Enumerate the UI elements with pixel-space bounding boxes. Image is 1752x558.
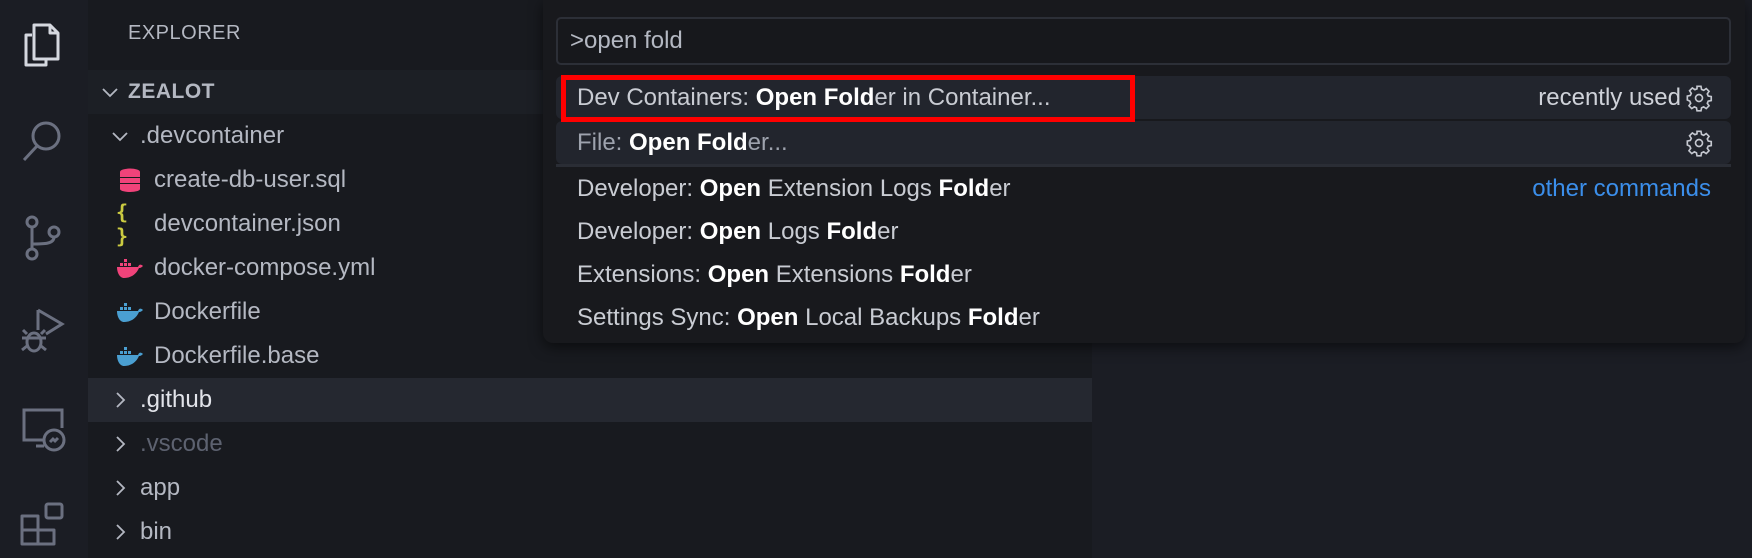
command-text: Extension Logs (761, 174, 939, 202)
recently-used-label: recently used (1538, 83, 1681, 111)
chevron-right-icon (116, 436, 126, 452)
tree-folder[interactable]: .vscode (88, 422, 1092, 466)
command-item[interactable]: Extensions: Open Extensions Folder (556, 253, 1731, 296)
match-highlight: Fold (938, 174, 990, 202)
match-highlight: Open (699, 174, 762, 202)
docker-icon (116, 256, 144, 280)
tree-item-name: app (140, 474, 181, 501)
tree-item-name: .vscode (140, 430, 223, 457)
gear-icon[interactable] (1685, 129, 1713, 157)
match-highlight: Open Fold (629, 128, 748, 156)
remote-explorer-button[interactable] (14, 400, 70, 456)
match-highlight: Open Fold (755, 83, 875, 111)
run-debug-button[interactable] (14, 302, 70, 358)
activity-bar (0, 0, 88, 558)
chevron-right-icon (116, 392, 126, 408)
command-label: Settings Sync: Open Local Backups Folder (577, 304, 1040, 332)
command-text: er... (747, 128, 788, 156)
command-text: er (877, 217, 899, 245)
command-palette: Dev Containers: Open Folder in Container… (543, 0, 1745, 343)
command-label: File: Open Folder... (577, 129, 788, 157)
sidebar-title: EXPLORER (128, 22, 241, 44)
tree-item-name: Dockerfile.base (154, 342, 320, 369)
match-highlight: Open (707, 260, 770, 288)
match-highlight: Fold (899, 260, 951, 288)
command-palette-input[interactable] (556, 17, 1731, 65)
database-icon (116, 168, 144, 192)
docker-icon (116, 344, 144, 368)
run-debug-icon (21, 308, 65, 353)
command-text: er (1018, 303, 1040, 331)
command-category: Extensions: (577, 260, 708, 288)
tree-item-name: docker-compose.yml (154, 254, 376, 281)
command-label: Extensions: Open Extensions Folder (577, 261, 972, 289)
source-control-icon (25, 215, 61, 261)
command-category: Developer: (577, 174, 700, 202)
other-commands-link[interactable]: other commands (1532, 175, 1711, 203)
tree-item-name: Dockerfile (154, 298, 261, 325)
remote-explorer-icon (22, 408, 66, 452)
match-highlight: Fold (967, 303, 1019, 331)
command-item[interactable]: File: Open Folder... (556, 121, 1731, 164)
command-category: Dev Containers: (577, 83, 756, 111)
command-label: Developer: Open Logs Folder (577, 218, 898, 246)
command-text: Logs (761, 217, 827, 245)
match-highlight: Open (699, 217, 762, 245)
command-category: Settings Sync: (577, 303, 738, 331)
search-icon (22, 121, 61, 162)
tree-item-name: devcontainer.json (154, 210, 341, 237)
extensions-button[interactable] (14, 496, 70, 552)
explorer-button[interactable] (14, 17, 70, 73)
chevron-right-icon (116, 480, 126, 496)
tree-item-name: .github (140, 386, 213, 413)
tree-item-name: .devcontainer (140, 122, 285, 149)
command-text: Extensions (769, 260, 900, 288)
command-item[interactable]: Developer: Open Logs Folder (556, 210, 1731, 253)
tree-item-name: create-db-user.sql (154, 166, 347, 193)
tree-folder[interactable]: .github (88, 378, 1092, 422)
files-icon (24, 23, 60, 67)
match-highlight: Fold (826, 217, 878, 245)
extensions-icon (20, 502, 64, 546)
json-braces-icon: { } (116, 200, 129, 248)
chevron-down-icon (102, 88, 118, 98)
command-item[interactable]: Developer: Open Extension Logs Folder oth… (556, 167, 1731, 210)
command-item[interactable]: Settings Sync: Open Local Backups Folder (556, 296, 1731, 339)
match-highlight: Open (737, 303, 799, 331)
chevron-right-icon (116, 524, 126, 540)
source-control-button[interactable] (14, 210, 70, 266)
command-label: Developer: Open Extension Logs Folder (577, 175, 1011, 203)
command-text: Local Backups (798, 303, 968, 331)
workspace-name: ZEALOT (128, 80, 215, 103)
command-label: Dev Containers: Open Folder in Container… (577, 84, 1051, 112)
chevron-down-icon (112, 132, 128, 142)
command-item[interactable]: Dev Containers: Open Folder in Container… (556, 76, 1731, 119)
tree-folder[interactable]: bin (88, 510, 1092, 554)
gear-icon[interactable] (1685, 84, 1713, 112)
command-text: er in Container... (874, 83, 1051, 111)
tree-folder[interactable]: app (88, 466, 1092, 510)
recent-separator (556, 164, 1731, 167)
docker-icon (116, 300, 144, 324)
tree-item-name: bin (140, 518, 173, 545)
command-text: er (950, 260, 972, 288)
command-category: File: (577, 128, 630, 156)
command-category: Developer: (577, 217, 700, 245)
search-button[interactable] (14, 112, 70, 168)
command-text: er (989, 174, 1011, 202)
